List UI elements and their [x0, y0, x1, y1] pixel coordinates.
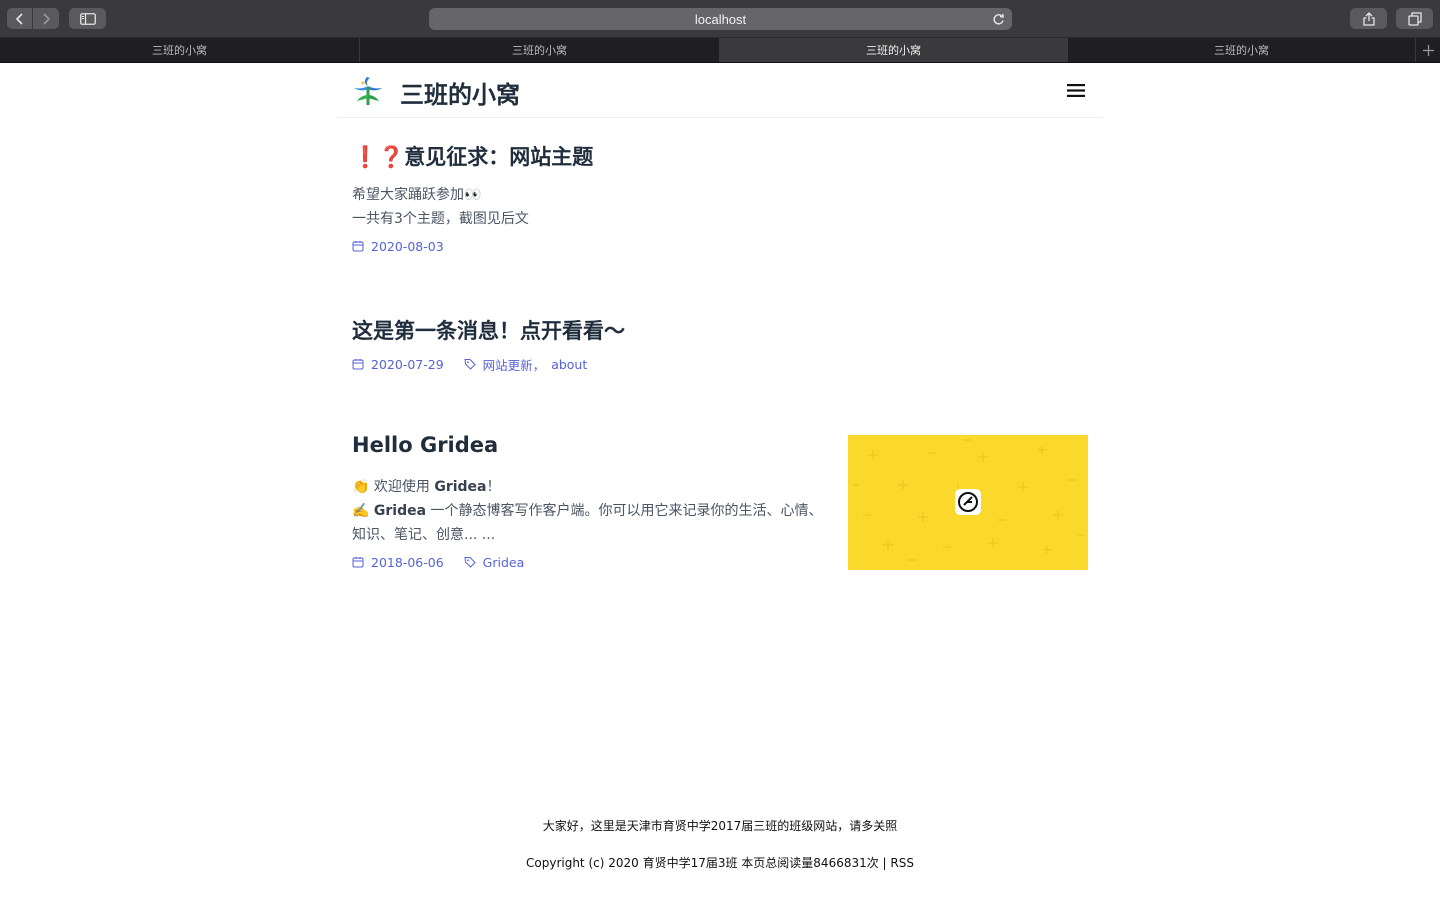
- abstract-line: 希望大家踊跃参加👀: [352, 187, 482, 203]
- post-date: 2018-06-06: [371, 554, 444, 570]
- post-tags: 网站更新， about: [464, 355, 587, 374]
- post-item: 这是第一条消息！点开看看～: [352, 315, 625, 345]
- reload-icon: [992, 13, 1004, 24]
- post-title-text: 意见征求：网站主题: [404, 145, 594, 169]
- site-logo-icon[interactable]: [351, 74, 385, 108]
- calendar-icon: [352, 359, 364, 370]
- post-feature-image[interactable]: [848, 435, 1088, 570]
- reload-button[interactable]: [990, 11, 1006, 27]
- abstract-line: ✍️ Gridea 一个静态博客写作客户端。你可以用它来记录你的生活、心情、: [352, 503, 823, 519]
- rss-link[interactable]: RSS: [890, 856, 914, 870]
- site-header: 三班的小窝: [337, 63, 1103, 118]
- calendar-icon: [352, 241, 364, 252]
- post-meta: 2020-08-03: [352, 237, 444, 255]
- post-meta: 2020-07-29 网站更新， about: [352, 355, 587, 373]
- tabs-overview-icon: [1407, 11, 1422, 26]
- tag-link[interactable]: Gridea: [483, 555, 525, 570]
- calendar-icon: [352, 557, 364, 568]
- chevron-right-icon: [43, 12, 51, 25]
- site-title[interactable]: 三班的小窝: [400, 75, 520, 110]
- abstract-line: 一共有3个主题，截图见后文: [352, 211, 529, 227]
- tag-link[interactable]: 网站更新: [483, 355, 533, 374]
- post-abstract: 希望大家踊跃参加👀 一共有3个主题，截图见后文: [352, 183, 529, 231]
- sidebar-icon: [79, 12, 96, 25]
- menu-icon[interactable]: [1067, 83, 1085, 98]
- tag-icon: [464, 557, 476, 568]
- tab-1[interactable]: 三班的小窝: [0, 38, 360, 62]
- new-tab-button[interactable]: [1416, 38, 1440, 62]
- tab-bar: 三班的小窝 三班的小窝 三班的小窝 三班的小窝: [0, 38, 1440, 63]
- tab-4[interactable]: 三班的小窝: [1068, 38, 1416, 62]
- nav-buttons: [7, 8, 59, 29]
- post-tags: Gridea: [464, 555, 525, 570]
- footer-copyright: Copyright (c) 2020 育贤中学17届3班 本页总阅读量84668…: [0, 854, 1440, 871]
- post-abstract: 👏 欢迎使用 Gridea！ ✍️ Gridea 一个静态博客写作客户端。你可以…: [352, 475, 832, 547]
- post-title[interactable]: ❗❓意见征求：网站主题: [352, 141, 593, 171]
- abstract-line: 知识、笔记、创意... ...: [352, 527, 496, 543]
- plus-icon: [1422, 44, 1434, 56]
- post-title[interactable]: Hello Gridea: [352, 433, 498, 457]
- forward-button[interactable]: [33, 8, 59, 29]
- tab-3-active[interactable]: 三班的小窝: [720, 38, 1068, 62]
- address-bar[interactable]: localhost: [429, 8, 1012, 30]
- abstract-line: 👏 欢迎使用 Gridea！: [352, 479, 501, 495]
- post-title-emoji: ❗❓: [352, 145, 405, 169]
- post-meta: 2018-06-06 Gridea: [352, 553, 524, 571]
- show-tabs-button[interactable]: [1396, 8, 1433, 29]
- share-button[interactable]: [1350, 8, 1387, 29]
- tag-separator: ，: [532, 357, 546, 373]
- copyright-text: Copyright (c) 2020 育贤中学17届3班 本页总阅读量84668…: [526, 856, 891, 870]
- tag-icon: [464, 359, 476, 370]
- back-button[interactable]: [7, 8, 33, 29]
- post-date: 2020-08-03: [371, 238, 444, 254]
- address-text: localhost: [694, 11, 747, 27]
- post-date: 2020-07-29: [371, 356, 444, 372]
- share-icon: [1362, 11, 1375, 26]
- web-page: 三班的小窝 ❗❓意见征求：网站主题 希望大家踊跃参加👀 一共有3个主题，截图见后…: [0, 63, 1440, 900]
- browser-toolbar: localhost: [0, 0, 1440, 38]
- post-item: ❗❓意见征求：网站主题: [352, 141, 593, 171]
- tab-2[interactable]: 三班的小窝: [360, 38, 720, 62]
- post-title[interactable]: 这是第一条消息！点开看看～: [352, 315, 625, 345]
- tag-link[interactable]: about: [551, 357, 587, 372]
- post-item: Hello Gridea: [352, 433, 498, 457]
- feature-pattern: [853, 439, 1084, 561]
- sidebar-toggle-button[interactable]: [69, 8, 106, 29]
- footer-intro: 大家好，这里是天津市育贤中学2017届三班的班级网站，请多关照: [542, 819, 898, 833]
- chevron-left-icon: [15, 12, 23, 25]
